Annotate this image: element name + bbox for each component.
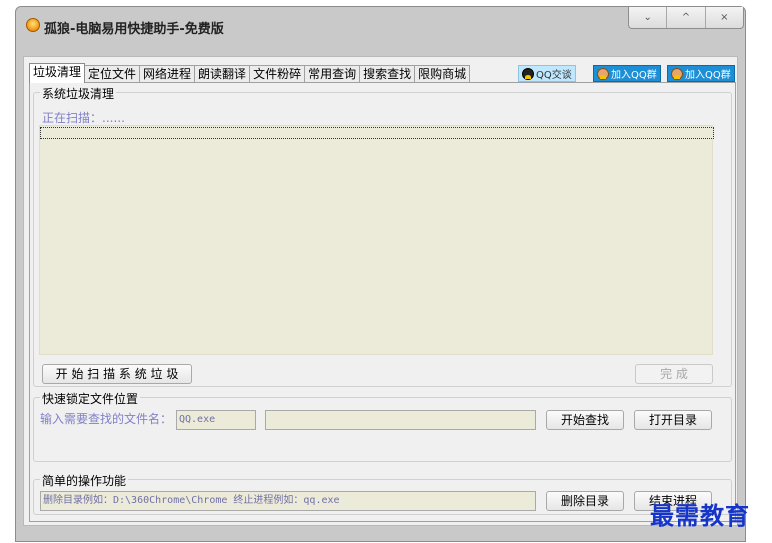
watermark-text: 最需教育 xyxy=(650,501,750,530)
done-button[interactable]: 完 成 xyxy=(635,364,713,384)
start-search-button[interactable]: 开始查找 xyxy=(546,410,624,430)
app-logo-icon xyxy=(26,18,40,32)
join-qq-group-label-1: 加入QQ群 xyxy=(611,70,657,81)
minimize-button[interactable]: ⌄ xyxy=(629,7,666,28)
simple-ops-group-title: 简单的操作功能 xyxy=(40,472,129,489)
junk-clean-panel: 系统垃圾清理 正在扫描：...... 开 始 扫 描 系 统 垃 圾 完 成 快… xyxy=(29,82,736,522)
locate-file-group-title: 快速锁定文件位置 xyxy=(40,390,141,407)
junk-clean-group: 系统垃圾清理 正在扫描：...... 开 始 扫 描 系 统 垃 圾 完 成 xyxy=(33,85,732,387)
tab-read-translate[interactable]: 朗读翻译 xyxy=(194,65,251,83)
tab-search-find[interactable]: 搜索查找 xyxy=(359,65,416,83)
path-or-process-input[interactable]: 删除目录例如：D:\360Chrome\Chrome 终止进程例如：qq.exe xyxy=(40,491,536,511)
start-scan-button[interactable]: 开 始 扫 描 系 统 垃 圾 xyxy=(42,364,192,384)
tab-strip: 垃圾清理 定位文件 网络进程 朗读翻译 文件粉碎 常用查询 搜索查找 限购商城 xyxy=(29,63,471,83)
qq-chat-button[interactable]: QQ交谈 xyxy=(518,65,576,82)
close-button[interactable]: × xyxy=(704,7,743,28)
tab-network-process[interactable]: 网络进程 xyxy=(139,65,196,83)
tab-common-query[interactable]: 常用查询 xyxy=(304,65,361,83)
maximize-button[interactable]: ^ xyxy=(666,7,704,28)
scan-status-text: 正在扫描：...... xyxy=(42,111,125,125)
delete-directory-button[interactable]: 删除目录 xyxy=(546,491,624,511)
qq-penguin-icon xyxy=(522,67,534,80)
scan-results-list[interactable] xyxy=(39,125,714,355)
locate-file-group: 快速锁定文件位置 输入需要查找的文件名： QQ.exe 开始查找 打开目录 xyxy=(33,390,732,462)
qq-group-icon xyxy=(671,67,683,80)
join-qq-group-button-2[interactable]: 加入QQ群 xyxy=(667,65,735,82)
tab-locate-file[interactable]: 定位文件 xyxy=(84,65,141,83)
join-qq-group-button-1[interactable]: 加入QQ群 xyxy=(593,65,661,82)
search-result-field[interactable] xyxy=(265,410,536,430)
join-qq-group-label-2: 加入QQ群 xyxy=(685,70,731,81)
window-title: 孤狼-电脑易用快捷助手-免费版 xyxy=(44,22,224,37)
scan-progress-row xyxy=(40,127,714,139)
client-area: 垃圾清理 定位文件 网络进程 朗读翻译 文件粉碎 常用查询 搜索查找 限购商城 … xyxy=(23,56,738,526)
simple-ops-group: 简单的操作功能 删除目录例如：D:\360Chrome\Chrome 终止进程例… xyxy=(33,472,732,515)
filename-label: 输入需要查找的文件名： xyxy=(40,412,173,426)
tab-limited-mall[interactable]: 限购商城 xyxy=(414,65,471,83)
filename-input[interactable]: QQ.exe xyxy=(176,410,256,430)
app-window: 孤狼-电脑易用快捷助手-免费版 ⌄ ^ × 垃圾清理 定位文件 网络进程 朗读翻… xyxy=(15,6,746,542)
qq-chat-label: QQ交谈 xyxy=(536,70,572,81)
qq-group-icon xyxy=(597,67,609,80)
tab-junk-clean[interactable]: 垃圾清理 xyxy=(29,63,86,83)
caption-buttons: ⌄ ^ × xyxy=(628,7,744,29)
junk-clean-group-title: 系统垃圾清理 xyxy=(40,85,117,102)
open-directory-button[interactable]: 打开目录 xyxy=(634,410,712,430)
tab-file-shred[interactable]: 文件粉碎 xyxy=(249,65,306,83)
